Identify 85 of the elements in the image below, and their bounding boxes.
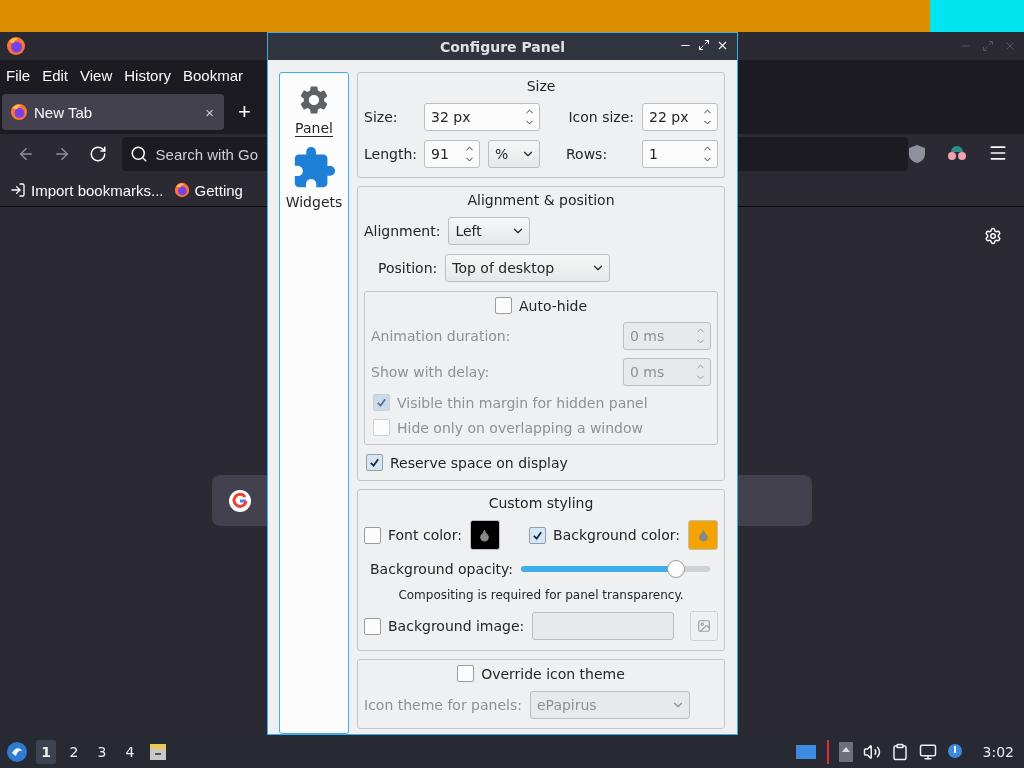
group-title: Custom styling xyxy=(487,495,595,511)
workspace-button[interactable]: 4 xyxy=(120,739,140,764)
droplet-icon xyxy=(696,528,710,542)
field-label: Size: xyxy=(364,109,399,125)
checkbox[interactable] xyxy=(366,454,383,471)
reload-icon[interactable] xyxy=(88,145,107,163)
checkbox[interactable] xyxy=(364,526,381,544)
browser-tab[interactable]: New Tab × xyxy=(2,94,224,130)
alignment-dropdown[interactable]: Left xyxy=(448,217,531,245)
clock[interactable]: 3:02 xyxy=(982,743,1014,760)
icon-size-field[interactable]: 22 px xyxy=(642,103,718,131)
slider-handle[interactable] xyxy=(667,560,685,578)
checkbox-label: Background image: xyxy=(388,618,525,634)
field-label: Position: xyxy=(378,260,438,276)
eject-icon[interactable] xyxy=(838,741,853,762)
droplet-icon xyxy=(478,528,492,542)
bookmark-item[interactable]: Getting xyxy=(173,181,243,199)
page-item[interactable]: Panel xyxy=(293,81,335,139)
checkbox-label: Visible thin margin for hidden panel xyxy=(397,394,648,411)
image-icon xyxy=(697,619,712,633)
close-icon[interactable] xyxy=(716,39,729,52)
field-label: Alignment: xyxy=(364,223,441,239)
field-label: Background opacity: xyxy=(370,561,514,577)
menu-item[interactable]: Edit xyxy=(42,66,69,84)
workspace-button[interactable]: 1 xyxy=(36,739,56,764)
group-title: Alignment & position xyxy=(466,192,616,208)
field-label: Length: xyxy=(364,146,416,162)
check-icon xyxy=(369,457,380,468)
clipboard-icon[interactable] xyxy=(890,742,909,761)
workspace-button[interactable]: 3 xyxy=(92,739,112,764)
new-tab-button[interactable]: + xyxy=(238,99,251,125)
checkbox-label: Auto-hide xyxy=(518,297,588,314)
color-button[interactable] xyxy=(469,520,500,550)
maximize-icon[interactable] xyxy=(698,39,710,51)
checkbox-label: Background color: xyxy=(553,527,680,543)
hint-text: Compositing is required for panel transparency. xyxy=(397,588,685,602)
check-icon xyxy=(532,529,544,541)
start-menu-icon[interactable] xyxy=(6,740,28,763)
menu-item[interactable]: File xyxy=(6,66,31,84)
volume-icon[interactable] xyxy=(862,742,881,761)
opacity-slider[interactable] xyxy=(521,559,710,579)
checkbox[interactable] xyxy=(529,526,547,544)
checkbox[interactable] xyxy=(373,394,390,411)
menu-item[interactable]: History xyxy=(124,66,171,84)
image-path-field[interactable] xyxy=(532,612,675,640)
menu-item[interactable]: Bookmar xyxy=(182,66,243,84)
window-title: Configure Panel xyxy=(439,38,566,55)
checkbox-label: Font color: xyxy=(388,527,462,543)
check-icon xyxy=(376,397,387,408)
firefox-logo-icon xyxy=(10,103,28,121)
color-button[interactable] xyxy=(688,520,718,550)
field-label: Icon theme for panels: xyxy=(364,697,522,713)
checkbox-label: Hide only on overlapping a window xyxy=(397,419,644,436)
workspace-button[interactable]: 2 xyxy=(64,739,84,764)
shield-icon[interactable] xyxy=(908,144,926,164)
desktop-icon[interactable] xyxy=(794,743,817,760)
field-label: Show with delay: xyxy=(371,364,490,380)
file-cabinet-icon[interactable] xyxy=(148,741,168,762)
bookmark-item[interactable]: Import bookmarks... xyxy=(10,181,164,199)
rows-field[interactable]: 1 xyxy=(642,140,718,168)
firefox-logo-icon xyxy=(173,182,190,198)
size-field[interactable]: 32 px xyxy=(424,103,540,131)
field-label: Rows: xyxy=(566,146,609,162)
tab-close-button[interactable]: × xyxy=(205,103,214,121)
search-icon xyxy=(129,145,148,163)
checkbox[interactable] xyxy=(457,665,475,682)
window-controls-icon xyxy=(960,40,1016,52)
firefox-logo-icon xyxy=(6,36,26,56)
google-logo-icon xyxy=(228,488,252,513)
checkbox[interactable] xyxy=(494,297,512,314)
checkbox[interactable] xyxy=(364,617,381,635)
field-label: Animation duration: xyxy=(371,328,511,344)
page-item[interactable]: Widgets xyxy=(283,143,345,212)
unit-dropdown[interactable]: % xyxy=(488,140,540,168)
field-label: Icon size: xyxy=(568,109,634,125)
import-icon xyxy=(10,182,26,198)
checkbox-label: Override icon theme xyxy=(481,665,625,682)
checkbox-label: Reserve space on display xyxy=(390,454,568,471)
length-field[interactable]: 91 xyxy=(424,140,480,168)
menu-item[interactable]: View xyxy=(80,66,113,84)
position-dropdown[interactable]: Top of desktop xyxy=(445,254,611,282)
checkbox[interactable] xyxy=(373,419,390,436)
settings-icon[interactable] xyxy=(984,227,1002,245)
group-title: Size xyxy=(525,78,557,94)
notification-icon[interactable] xyxy=(946,742,965,761)
